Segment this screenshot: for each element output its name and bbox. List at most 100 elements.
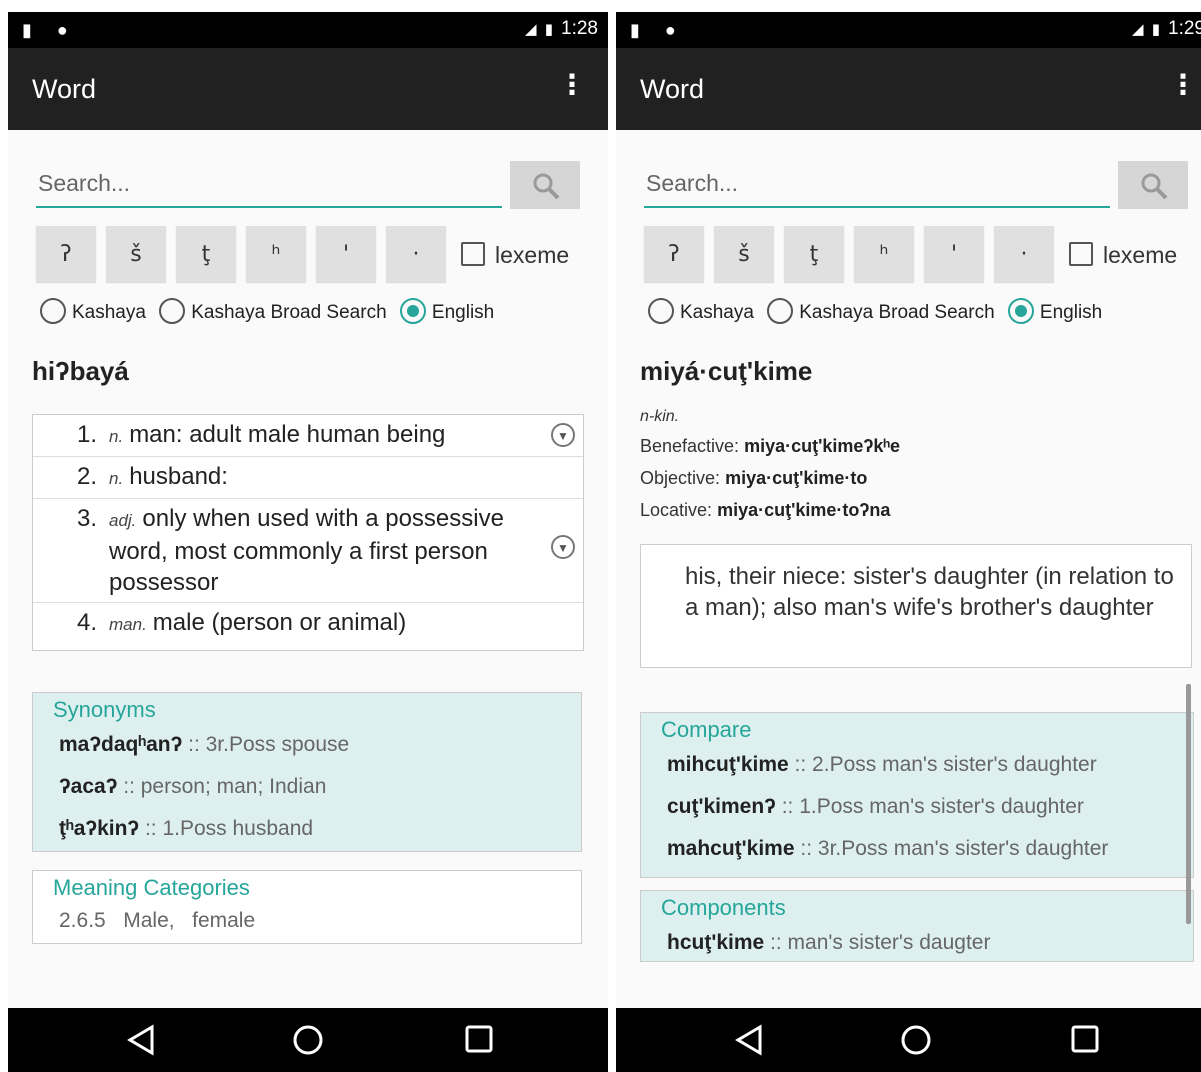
synonym-item[interactable]: ʔacaʔ :: person; man; Indian [33,769,581,811]
phone-screen-right: ▮ ● ◢ ▮ 1:29 Word ⋮ ʔ š ţ ʰ ' · lexeme Ka… [616,12,1201,1072]
sense-text: man: adult male human being [129,421,446,448]
radio-english[interactable]: English [399,298,495,324]
recents-icon[interactable] [464,1024,494,1054]
notification-icons: ▮ ● [22,20,78,40]
category-code: 2.6.5 [59,909,106,932]
synonym-gloss: :: 3r.Poss spouse [188,733,350,756]
synonym-word: ţʰaʔkinʔ [59,817,140,840]
radio-selected-icon [399,298,426,324]
form-value: miya·cuţ'kime·to [725,468,868,488]
scrollbar[interactable] [1186,684,1191,924]
notification-icons: ▮ ● [630,20,686,40]
sense-item[interactable]: 4. man. male (person or animal) [33,603,583,650]
compare-word: cuţ'kimenʔ [667,795,776,818]
sense-item[interactable]: 3. adj. only when used with a possessive w… [33,499,583,603]
synonyms-header: Synonyms [53,697,156,722]
form-label: Locative: [640,500,713,520]
radio-kashaya-broad[interactable]: Kashaya Broad Search [767,298,995,324]
magnifier-icon [533,173,560,200]
radio-kashaya[interactable]: Kashaya [40,298,146,324]
nav-bar [8,1008,608,1072]
search-row [644,160,1188,212]
search-mode-radios: Kashaya Kashaya Broad Search English [648,298,1110,324]
radio-label: Kashaya Broad Search [191,302,387,323]
app-bar: Word ⋮ [616,48,1201,130]
components-panel: Components hcuţ'kime :: man's sister's d… [640,890,1194,962]
key-ejective[interactable]: ' [924,226,984,282]
expand-circle-icon[interactable]: ▼ [551,423,575,447]
search-button[interactable] [1118,161,1188,209]
sense-item[interactable]: 1. n. man: adult male human being ▼ [33,415,583,457]
overflow-menu-icon[interactable]: ⋮ [1169,70,1197,100]
synonym-item[interactable]: maʔdaqʰanʔ :: 3r.Poss spouse [33,727,581,769]
search-input[interactable] [644,160,1110,208]
form-label: Benefactive: [640,436,740,456]
sense-number: 1. [77,421,98,448]
key-length-dot[interactable]: · [386,226,446,282]
headword: hiʔbayá [32,356,129,386]
nav-bar [616,1008,1201,1072]
back-icon[interactable] [734,1024,764,1056]
special-char-keys: ʔ š ţ ʰ ' · lexeme [644,226,1201,284]
synonyms-panel: Synonyms maʔdaqʰanʔ :: 3r.Poss spouse ʔa… [32,692,582,852]
sense-text: only when used with a possessive word, m… [109,505,504,596]
key-glottal[interactable]: ʔ [644,226,704,282]
part-of-speech: man. [109,615,147,634]
sense-number: 4. [77,609,98,636]
sense-text: husband: [129,463,228,490]
key-length-dot[interactable]: · [994,226,1054,282]
magnifier-icon [1141,173,1168,200]
components-header: Components [661,895,786,920]
category-item[interactable]: 2.6.5 Male, female [33,905,581,941]
compare-item[interactable]: mihcuţ'kime :: 2.Poss man's sister's dau… [641,747,1193,789]
compare-gloss: :: 1.Poss man's sister's daughter [781,795,1084,818]
key-t-cedilla[interactable]: ţ [176,226,236,282]
back-icon[interactable] [126,1024,156,1056]
key-t-cedilla[interactable]: ţ [784,226,844,282]
component-word: hcuţ'kime [667,931,765,954]
compare-item[interactable]: cuţ'kimenʔ :: 1.Poss man's sister's daug… [641,789,1193,831]
senses-list: 1. n. man: adult male human being ▼ 2. n. hu… [32,414,584,651]
overflow-menu-icon[interactable]: ⋮ [558,70,586,100]
key-aspiration[interactable]: ʰ [246,226,306,282]
lexeme-checkbox[interactable]: lexeme [461,242,569,269]
search-button[interactable] [510,161,580,209]
categories-header: Meaning Categories [53,875,250,900]
compare-item[interactable]: mahcuţ'kime :: 3r.Poss man's sister's da… [641,831,1193,873]
lexeme-checkbox[interactable]: lexeme [1069,242,1177,269]
status-time: 1:28 [561,18,598,39]
sense-item[interactable]: 2. n. husband: [33,457,583,499]
search-input[interactable] [36,160,502,208]
key-glottal[interactable]: ʔ [36,226,96,282]
app-title: Word [640,74,705,104]
radio-icon [767,298,794,324]
component-item[interactable]: hcuţ'kime :: man's sister's daugter [641,925,1193,967]
home-icon[interactable] [900,1024,932,1056]
synonym-item[interactable]: ţʰaʔkinʔ :: 1.Poss husband [33,811,581,853]
checkbox-icon [1069,242,1093,266]
form-locative: Locative: miya·cuţ'kime·toʔna [640,494,900,526]
radio-kashaya-broad[interactable]: Kashaya Broad Search [159,298,387,324]
synonym-word: maʔdaqʰanʔ [59,733,183,756]
part-of-speech: n. [109,427,124,446]
expand-circle-icon[interactable]: ▼ [551,535,575,559]
meaning-categories-panel: Meaning Categories 2.6.5 Male, female [32,870,582,944]
app-title: Word [32,74,97,104]
form-value: miya·cuţ'kimeʔkʰe [744,436,901,456]
key-s-caron[interactable]: š [106,226,166,282]
synonym-gloss: :: 1.Poss husband [144,817,314,840]
key-s-caron[interactable]: š [714,226,774,282]
radio-label: English [431,302,495,323]
radio-english[interactable]: English [1007,298,1103,324]
synonym-word: ʔacaʔ [59,775,118,798]
word-class: n-kin. [640,408,680,425]
part-of-speech: adj. [109,511,137,530]
radio-label: Kashaya [680,302,754,323]
radio-kashaya[interactable]: Kashaya [648,298,754,324]
recents-icon[interactable] [1070,1024,1100,1054]
radio-label: English [1039,302,1103,323]
form-objective: Objective: miya·cuţ'kime·to [640,462,900,494]
key-aspiration[interactable]: ʰ [854,226,914,282]
key-ejective[interactable]: ' [316,226,376,282]
home-icon[interactable] [292,1024,324,1056]
